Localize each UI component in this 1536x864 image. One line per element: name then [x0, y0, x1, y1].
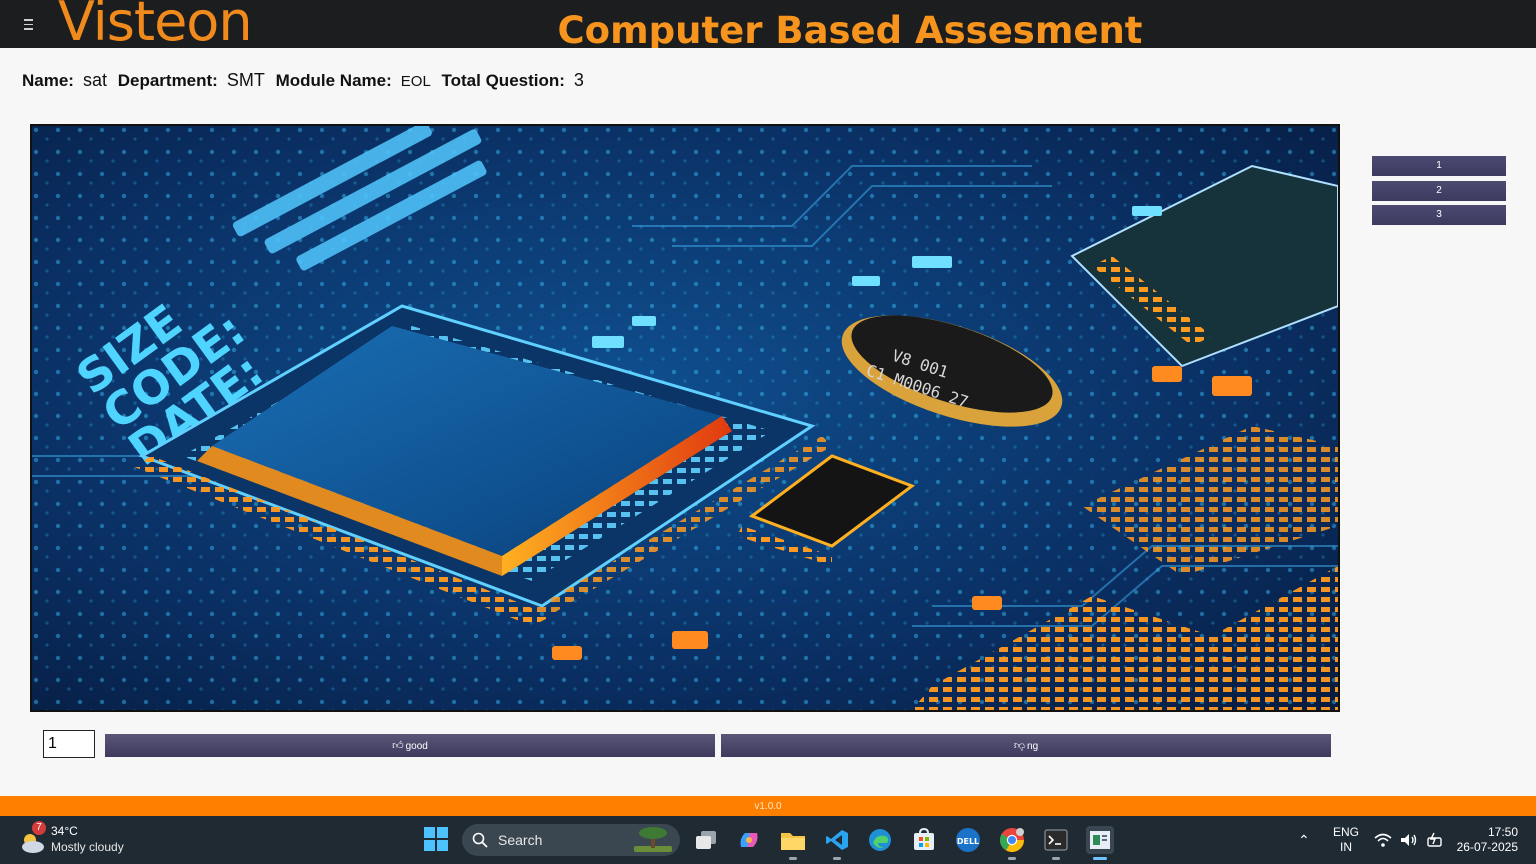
dell-icon[interactable]: DELL: [954, 826, 982, 854]
windows-taskbar: 7 34°C Mostly cloudy Search DELL ⌃ ENG I…: [0, 816, 1536, 864]
ng-button[interactable]: 👎︎ ng: [721, 734, 1331, 757]
language-code: ENG: [1333, 825, 1360, 839]
thumbs-up-icon: 👍︎: [392, 740, 404, 752]
ng-button-label: ng: [1027, 741, 1039, 752]
wifi-icon[interactable]: [1374, 832, 1392, 848]
clock[interactable]: 17:50 26-07-2025: [1457, 825, 1518, 855]
search-highlight-icon: [634, 827, 672, 852]
assessment-app-icon[interactable]: [1086, 826, 1114, 860]
chevron-up-icon[interactable]: ⌃: [1298, 832, 1310, 849]
total-question-label: Total Question:: [441, 71, 565, 90]
module-name-label: Module Name:: [275, 71, 392, 90]
app-active-indicator: [1093, 857, 1107, 860]
system-tray: [1374, 832, 1444, 848]
file-explorer-icon[interactable]: [779, 826, 807, 860]
app-running-indicator: [1052, 857, 1060, 860]
question-image: SIZE CODE: DATE: V8 001 C1 M0006 27: [30, 124, 1340, 712]
app-running-indicator: [789, 857, 797, 860]
search-icon: [472, 832, 488, 848]
chrome-icon[interactable]: [998, 826, 1026, 860]
search-label: Search: [498, 832, 543, 848]
version-text: v1.0.0: [754, 801, 782, 812]
clock-date: 26-07-2025: [1456, 840, 1518, 854]
answer-number-input[interactable]: [43, 730, 95, 758]
language-region: IN: [1340, 840, 1352, 854]
top-bar: Visteon Computer Based Assesment: [0, 0, 1536, 48]
battery-charging-icon[interactable]: [1426, 832, 1444, 848]
good-button[interactable]: 👍︎ good: [105, 734, 715, 757]
taskbar-search[interactable]: Search: [462, 824, 680, 856]
question-navigation: 1 2 3: [1372, 156, 1506, 230]
page-title: Computer Based Assesment: [557, 9, 1143, 48]
windows-start-icon[interactable]: [424, 827, 448, 851]
terminal-icon[interactable]: [1042, 826, 1070, 860]
clock-time: 17:50: [1487, 825, 1518, 839]
weather-badge: 7: [32, 821, 46, 835]
thumbs-down-icon: 👎︎: [1013, 740, 1026, 752]
weather-temp: 34°C: [51, 824, 78, 838]
question-1-button[interactable]: 1: [1372, 156, 1506, 176]
module-name-value: EOL: [400, 73, 431, 90]
question-3-button[interactable]: 3: [1372, 205, 1506, 225]
name-value: sat: [82, 70, 107, 90]
circuit-board-image: SIZE CODE: DATE: V8 001 C1 M0006 27: [32, 126, 1338, 710]
version-bar: v1.0.0: [0, 796, 1536, 816]
department-label: Department:: [117, 71, 218, 90]
question-2-button[interactable]: 2: [1372, 180, 1506, 201]
good-button-label: good: [405, 741, 428, 752]
app-running-indicator: [833, 857, 841, 860]
svg-text:DELL: DELL: [957, 837, 979, 846]
microsoft-store-icon[interactable]: [910, 826, 938, 854]
total-question-value: 3: [573, 70, 584, 90]
language-indicator[interactable]: ENG IN: [1333, 825, 1359, 855]
weather-condition: Mostly cloudy: [51, 840, 124, 854]
department-value: SMT: [226, 70, 265, 90]
vscode-icon[interactable]: [823, 826, 851, 860]
name-label: Name:: [22, 71, 74, 90]
candidate-info: Name: sat Department: SMT Module Name: EOL …: [22, 70, 590, 91]
task-view-icon[interactable]: [692, 826, 720, 854]
volume-icon[interactable]: [1400, 832, 1418, 848]
edge-icon[interactable]: [866, 826, 894, 854]
copilot-icon[interactable]: [735, 826, 763, 854]
app-running-indicator: [1008, 857, 1016, 860]
